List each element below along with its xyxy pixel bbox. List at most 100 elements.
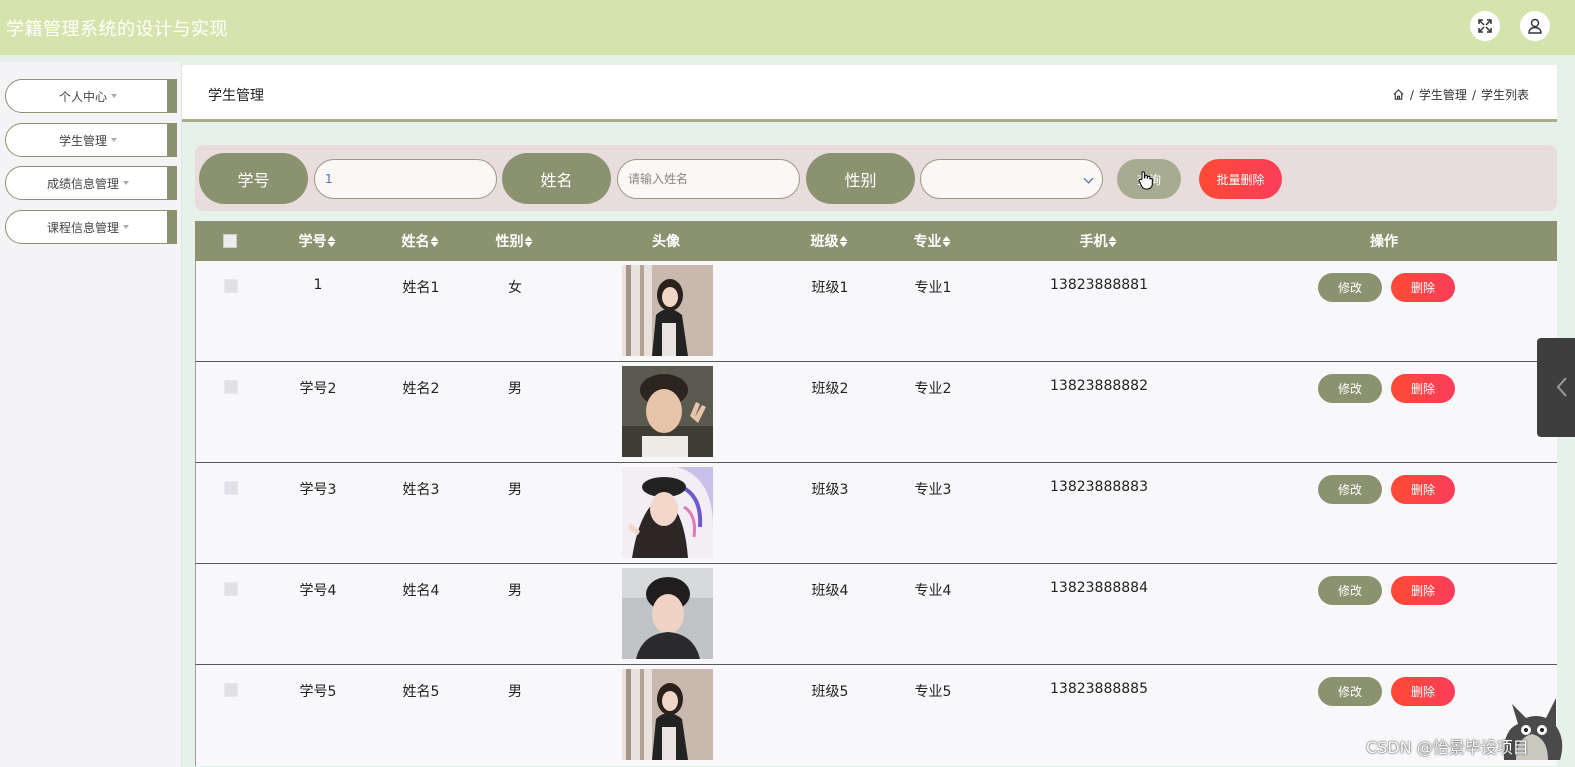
- user-icon[interactable]: [1520, 11, 1550, 41]
- cell-gender: 女: [508, 280, 522, 296]
- cell-class: 班级5: [811, 684, 849, 700]
- delete-button[interactable]: 删除: [1391, 677, 1455, 706]
- sidebar-item-grade-management[interactable]: 成绩信息管理: [5, 166, 177, 200]
- column-header-gender[interactable]: 性别: [496, 221, 533, 261]
- student-avatar: [622, 265, 713, 356]
- column-header-label: 操作: [1370, 234, 1398, 250]
- name-label: 姓名: [502, 153, 611, 204]
- page-title: 学生管理: [208, 88, 264, 104]
- student-avatar: [622, 568, 713, 659]
- sidebar-item-label: 学生管理: [58, 133, 107, 148]
- column-header-student-id[interactable]: 学号: [299, 221, 336, 261]
- edit-button[interactable]: 修改: [1318, 677, 1382, 706]
- caret-down-icon: [123, 225, 129, 229]
- cell-phone: 13823888883: [1050, 479, 1148, 495]
- cell-student-id: 学号2: [299, 381, 337, 397]
- student-id-label: 学号: [199, 153, 308, 204]
- column-header-name[interactable]: 姓名: [402, 221, 439, 261]
- cell-major: 专业4: [914, 583, 952, 599]
- column-header-major[interactable]: 专业: [914, 221, 951, 261]
- cell-gender: 男: [508, 684, 522, 700]
- column-header-label: 姓名: [401, 234, 430, 250]
- cell-major: 专业1: [914, 280, 952, 296]
- cell-phone: 13823888885: [1050, 681, 1148, 697]
- column-header-actions: 操作: [1370, 221, 1398, 261]
- sort-icon: [942, 235, 951, 247]
- sort-icon: [524, 235, 533, 247]
- sort-icon: [1108, 235, 1117, 247]
- cell-phone: 13823888882: [1050, 378, 1148, 394]
- sidebar-item-accent: [167, 167, 176, 199]
- column-header-label: 学号: [298, 234, 327, 250]
- sidebar-item-course-management[interactable]: 课程信息管理: [5, 210, 177, 244]
- column-header-avatar: 头像: [652, 221, 680, 261]
- cell-gender: 男: [508, 583, 522, 599]
- cell-major: 专业5: [914, 684, 952, 700]
- table-row: 学号3 姓名3 男 班级3 专业3 13823888883 修改 删除: [195, 463, 1557, 564]
- gender-label: 性别: [806, 153, 915, 204]
- row-checkbox[interactable]: [224, 481, 238, 495]
- breadcrumb: / 学生管理 / 学生列表: [1392, 86, 1529, 103]
- sidebar-item-accent: [167, 124, 176, 156]
- caret-down-icon: [111, 94, 117, 98]
- cell-name: 姓名4: [402, 583, 440, 599]
- cell-gender: 男: [508, 482, 522, 498]
- table-row: 学号2 姓名2 男 班级2 专业2 13823888882 修改 删除: [195, 362, 1557, 463]
- cell-student-id: 学号4: [299, 583, 337, 599]
- column-header-label: 班级: [810, 234, 839, 250]
- sort-icon: [327, 235, 336, 247]
- column-header-phone[interactable]: 手机: [1080, 221, 1117, 261]
- table-row: 1 姓名1 女 班级1 专业1 13823888881 修改 删除: [195, 261, 1557, 362]
- cell-major: 专业3: [914, 482, 952, 498]
- student-id-input[interactable]: [314, 159, 497, 199]
- breadcrumb-item-student-management[interactable]: 学生管理: [1419, 86, 1467, 103]
- edit-button[interactable]: 修改: [1318, 374, 1382, 403]
- app-title: 学籍管理系统的设计与实现: [6, 19, 228, 40]
- edit-button[interactable]: 修改: [1318, 475, 1382, 504]
- edit-button[interactable]: 修改: [1318, 273, 1382, 302]
- cell-name: 姓名5: [402, 684, 440, 700]
- home-icon[interactable]: [1392, 88, 1405, 101]
- panel-toggle-button[interactable]: [1537, 338, 1575, 437]
- cell-phone: 13823888884: [1050, 580, 1148, 596]
- select-all-checkbox[interactable]: [223, 221, 237, 261]
- sidebar-item-student-management[interactable]: 学生管理: [5, 123, 177, 157]
- cell-phone: 13823888881: [1050, 277, 1148, 293]
- sidebar-item-accent: [167, 80, 176, 112]
- cell-name: 姓名1: [402, 280, 440, 296]
- student-avatar: [622, 669, 713, 760]
- cell-student-id: 学号3: [299, 482, 337, 498]
- edit-button[interactable]: 修改: [1318, 576, 1382, 605]
- delete-button[interactable]: 删除: [1391, 475, 1455, 504]
- delete-button[interactable]: 删除: [1391, 273, 1455, 302]
- row-checkbox[interactable]: [224, 582, 238, 596]
- sort-icon: [430, 235, 439, 247]
- gender-select[interactable]: [920, 159, 1103, 199]
- watermark-text: CSDN @怡景毕设项目: [1366, 738, 1529, 757]
- sidebar-item-label: 课程信息管理: [46, 220, 119, 235]
- cell-student-id: 1: [313, 277, 323, 293]
- cell-gender: 男: [508, 381, 522, 397]
- fullscreen-icon[interactable]: [1470, 11, 1500, 41]
- row-checkbox[interactable]: [224, 380, 238, 394]
- column-header-class[interactable]: 班级: [811, 221, 848, 261]
- delete-button[interactable]: 删除: [1391, 374, 1455, 403]
- delete-button[interactable]: 删除: [1391, 576, 1455, 605]
- sidebar: 个人中心 学生管理 成绩信息管理 课程信息管理: [0, 62, 182, 767]
- cell-class: 班级3: [811, 482, 849, 498]
- cell-class: 班级2: [811, 381, 849, 397]
- sidebar-item-personal-center[interactable]: 个人中心: [5, 79, 177, 113]
- page-header: 学生管理 / 学生管理 / 学生列表: [182, 65, 1557, 122]
- column-header-label: 专业: [913, 234, 942, 250]
- breadcrumb-item-student-list: 学生列表: [1480, 88, 1529, 102]
- sidebar-item-label: 个人中心: [58, 89, 107, 104]
- column-header-label: 头像: [652, 234, 680, 250]
- row-checkbox[interactable]: [224, 279, 238, 293]
- sidebar-item-label: 成绩信息管理: [46, 176, 119, 191]
- caret-down-icon: [111, 138, 117, 142]
- chevron-left-icon: [1556, 377, 1567, 397]
- row-checkbox[interactable]: [224, 683, 238, 697]
- sidebar-item-accent: [167, 211, 176, 243]
- name-input[interactable]: [617, 159, 800, 199]
- batch-delete-button[interactable]: 批量删除: [1199, 159, 1282, 199]
